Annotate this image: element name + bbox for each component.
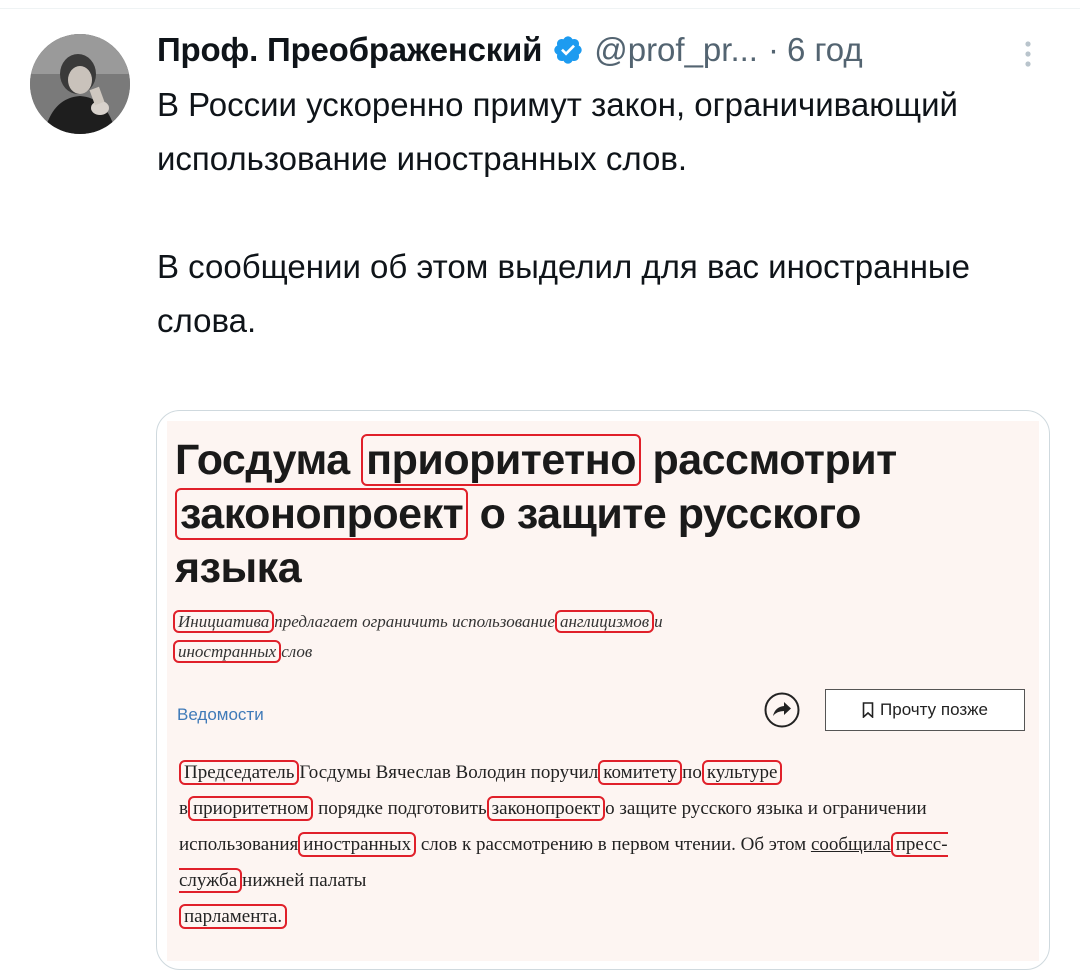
dot-separator: ·	[767, 31, 779, 68]
tweet-header: Проф. Преображенский @prof_pr... · 6 год	[157, 26, 863, 74]
article-text-segment: порядке подготовить	[318, 798, 487, 819]
highlight-box: парламента.	[179, 904, 288, 929]
author-name[interactable]: Проф. Преображенский	[157, 31, 542, 69]
article-text-segment: предлагает ограничить использование	[274, 612, 555, 631]
top-divider	[0, 8, 1080, 9]
article-source: Ведомости	[177, 705, 264, 724]
highlight-box: комитету	[598, 760, 683, 785]
verified-badge-icon	[552, 34, 584, 66]
read-later-button: Прочту позже	[825, 689, 1025, 731]
article-text-segment: и	[654, 612, 663, 631]
article-headline: Госдума приоритетно рассмотрит законопрое…	[175, 433, 1035, 595]
tweet-paragraph-2: В сообщении об этом выделил для вас инос…	[157, 248, 970, 339]
more-vertical-icon[interactable]	[1018, 36, 1038, 72]
share-arrow-icon	[763, 691, 801, 729]
highlight-box: приоритетно	[361, 434, 641, 486]
article-text-segment: в	[179, 798, 188, 819]
article-text-segment: нижней палаты	[242, 870, 367, 891]
avatar[interactable]	[30, 34, 130, 134]
highlight-box: Председатель	[179, 760, 300, 785]
article-text-segment: о защите русского	[479, 490, 862, 538]
read-later-label: Прочту позже	[880, 700, 988, 719]
tweet-time[interactable]: 6 год	[787, 31, 863, 69]
tweet-paragraph-1: В России ускоренно примут закон, огранич…	[157, 86, 958, 177]
article-subtitle: Инициатива предлагает ограничить использо…	[173, 607, 1033, 667]
highlight-box: Инициатива	[173, 610, 275, 633]
article-text-segment: слов к рассмотрению в первом чтении. Об …	[420, 834, 807, 855]
article-text-segment: слов	[281, 642, 313, 661]
bookmark-icon	[862, 702, 874, 718]
highlight-box: законопроект	[175, 488, 469, 540]
article-text-segment: Госдумы Вячеслав Володин поручил	[299, 762, 599, 783]
article-text-segment: Госдума	[175, 436, 350, 484]
article-body: Председатель Госдумы Вячеслав Володин пор…	[179, 755, 1041, 935]
tweet-text: В России ускоренно примут закон, огранич…	[157, 78, 1057, 348]
article-text-segment: по	[682, 762, 702, 783]
highlight-box: иностранных	[298, 832, 417, 857]
article-text-segment: языка	[175, 544, 302, 592]
highlight-box: англицизмов	[554, 610, 655, 633]
article-text-segment: рассмотрит	[652, 436, 897, 484]
highlight-box: культуре	[701, 760, 783, 785]
attached-image-card[interactable]: Госдума приоритетно рассмотрит законопрое…	[156, 410, 1050, 970]
author-handle[interactable]: @prof_pr...	[594, 31, 758, 69]
highlight-box: иностранных	[173, 640, 282, 663]
highlight-box: приоритетном	[187, 796, 314, 821]
highlight-box: законопроект	[486, 796, 606, 821]
article-text-segment: сообщила	[810, 834, 891, 855]
article-screenshot: Госдума приоритетно рассмотрит законопрое…	[167, 421, 1039, 961]
